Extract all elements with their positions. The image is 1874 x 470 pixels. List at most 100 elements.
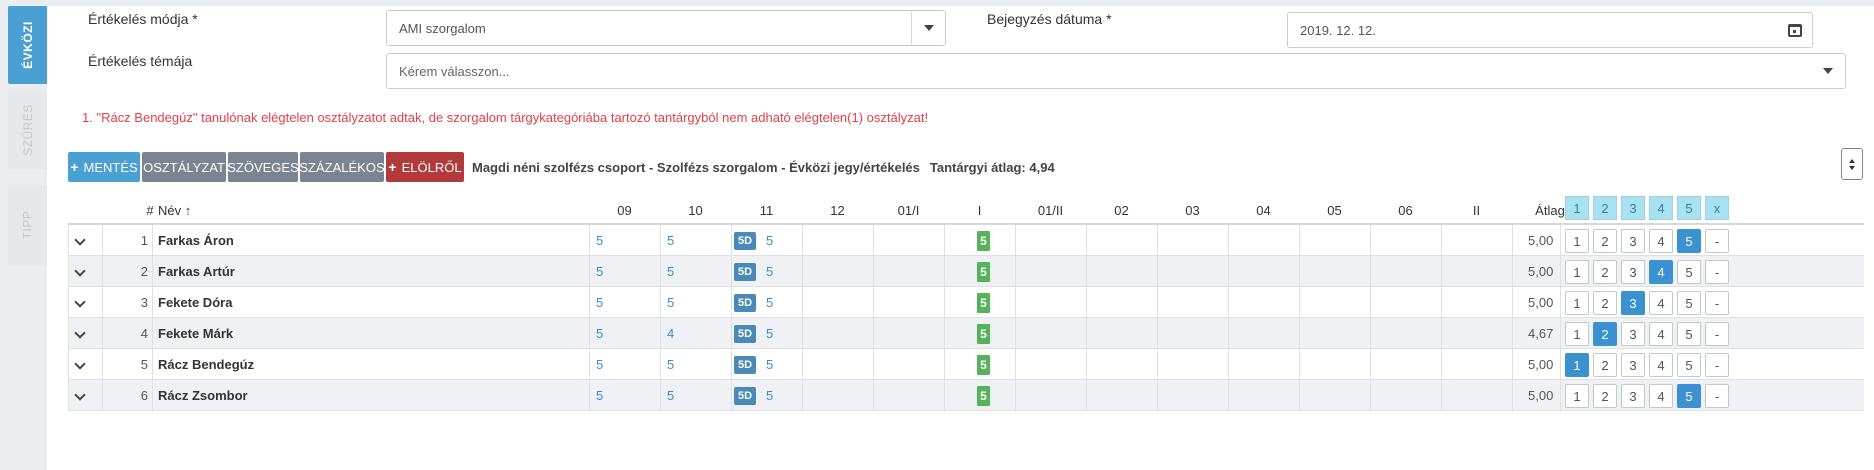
semester-grade-badge[interactable]: 5 <box>977 386 990 406</box>
semester-grade-badge[interactable]: 5 <box>977 324 990 344</box>
grade-10[interactable]: 5 <box>667 380 674 411</box>
grade-option-button[interactable]: 4 <box>1649 384 1673 408</box>
header-grade-box[interactable]: 1 <box>1565 196 1589 220</box>
grade-11[interactable]: 5 <box>766 256 773 287</box>
grade-option-button[interactable]: 2 <box>1593 322 1617 346</box>
grade-option-button[interactable]: 2 <box>1593 229 1617 253</box>
grade-option-button[interactable]: 5 <box>1677 322 1701 346</box>
grade-10[interactable]: 5 <box>667 349 674 380</box>
grade-option-button[interactable]: 5 <box>1677 260 1701 284</box>
grade-option-button[interactable]: 1 <box>1565 384 1589 408</box>
grade-badge-5d[interactable]: 5D <box>734 325 756 343</box>
method-select[interactable]: AMI szorgalom <box>386 10 946 46</box>
grade-option-button[interactable]: - <box>1705 291 1729 315</box>
date-field[interactable]: 2019. 12. 12. <box>1287 12 1813 48</box>
grade-badge-5d[interactable]: 5D <box>734 387 756 405</box>
grade-10[interactable]: 5 <box>667 287 674 318</box>
chevron-down-icon[interactable] <box>74 296 86 308</box>
grade-option-button[interactable]: 3 <box>1621 353 1645 377</box>
grade-option-button[interactable]: 3 <box>1621 291 1645 315</box>
tab-tipp[interactable]: TIPP <box>8 185 47 265</box>
grade-10[interactable]: 4 <box>667 318 674 349</box>
grade-option-button[interactable]: 1 <box>1565 353 1589 377</box>
grade-option-button[interactable]: 4 <box>1649 260 1673 284</box>
grade-badge-5d[interactable]: 5D <box>734 232 756 250</box>
grade-option-button[interactable]: 5 <box>1677 353 1701 377</box>
topic-select[interactable]: Kérem válasszon... <box>386 53 1846 89</box>
grade-mode-button[interactable]: OSZTÁLYZAT <box>142 152 226 182</box>
grade-09[interactable]: 5 <box>596 256 603 287</box>
header-grade-box[interactable]: 4 <box>1649 196 1673 220</box>
grade-option-button[interactable]: 3 <box>1621 384 1645 408</box>
table-row: 3 Fekete Dóra 5 5 5D 5 5 5,00 12345- <box>68 287 1864 318</box>
grade-option-button[interactable]: 1 <box>1565 291 1589 315</box>
grade-option-button[interactable]: 1 <box>1565 260 1589 284</box>
grade-option-button[interactable]: 5 <box>1677 384 1701 408</box>
semester-grade-badge[interactable]: 5 <box>977 262 990 282</box>
row-num: 4 <box>140 326 148 341</box>
semester-grade-badge[interactable]: 5 <box>977 231 990 251</box>
avg-label: Tantárgyi átlag: <box>929 159 1026 175</box>
header-grade-box[interactable]: 2 <box>1593 196 1617 220</box>
grade-option-button[interactable]: 4 <box>1649 353 1673 377</box>
tab-evkozi[interactable]: ÉVKÖZI <box>8 6 47 84</box>
grade-badge-5d[interactable]: 5D <box>734 356 756 374</box>
grade-badge-5d[interactable]: 5D <box>734 263 756 281</box>
grade-option-button[interactable]: - <box>1705 322 1729 346</box>
grade-09[interactable]: 5 <box>596 287 603 318</box>
grade-option-button[interactable]: 4 <box>1649 322 1673 346</box>
grade-option-button[interactable]: 2 <box>1593 260 1617 284</box>
grade-option-button[interactable]: - <box>1705 353 1729 377</box>
grade-11[interactable]: 5 <box>766 349 773 380</box>
chevron-down-icon[interactable] <box>74 327 86 339</box>
reset-button[interactable]: + ELÖLRŐL <box>386 152 464 182</box>
grade-option-button[interactable]: - <box>1705 384 1729 408</box>
header-grade-box[interactable]: x <box>1705 196 1729 220</box>
chevron-down-icon[interactable] <box>74 234 86 246</box>
text-mode-button[interactable]: SZÖVEGES <box>227 152 299 182</box>
save-label: MENTÉS <box>83 159 138 175</box>
grade-option-button[interactable]: - <box>1705 260 1729 284</box>
save-button[interactable]: + MENTÉS <box>68 152 140 182</box>
grade-option-button[interactable]: 1 <box>1565 229 1589 253</box>
grade-option-button[interactable]: 3 <box>1621 322 1645 346</box>
chevron-down-icon[interactable] <box>74 389 86 401</box>
grade-option-button[interactable]: 1 <box>1565 322 1589 346</box>
chevron-down-icon[interactable] <box>1811 54 1845 88</box>
chevron-down-icon[interactable] <box>74 265 86 277</box>
grade-11[interactable]: 5 <box>766 380 773 411</box>
grade-badge-5d[interactable]: 5D <box>734 294 756 312</box>
sort-toggle-icon[interactable] <box>1841 148 1863 180</box>
grade-option-button[interactable]: 5 <box>1677 291 1701 315</box>
tab-szures[interactable]: SZŰRÉS <box>8 90 47 170</box>
grade-option-button[interactable]: 2 <box>1593 384 1617 408</box>
chevron-down-icon[interactable] <box>74 358 86 370</box>
chevron-down-icon[interactable] <box>911 11 945 45</box>
grade-option-button[interactable]: 2 <box>1593 291 1617 315</box>
grade-09[interactable]: 5 <box>596 318 603 349</box>
header-grade-box[interactable]: 3 <box>1621 196 1645 220</box>
grade-option-button[interactable]: - <box>1705 229 1729 253</box>
grade-11[interactable]: 5 <box>766 225 773 256</box>
grade-11[interactable]: 5 <box>766 287 773 318</box>
grade-option-button[interactable]: 3 <box>1621 260 1645 284</box>
grade-11[interactable]: 5 <box>766 318 773 349</box>
grade-option-button[interactable]: 3 <box>1621 229 1645 253</box>
grade-option-button[interactable]: 5 <box>1677 229 1701 253</box>
grade-09[interactable]: 5 <box>596 225 603 256</box>
header-name[interactable]: Név ↑ <box>158 203 191 218</box>
grade-option-button[interactable]: 4 <box>1649 291 1673 315</box>
grade-10[interactable]: 5 <box>667 225 674 256</box>
header-grade-box[interactable]: 5 <box>1677 196 1701 220</box>
calendar-icon[interactable] <box>1778 13 1812 47</box>
semester-grade-badge[interactable]: 5 <box>977 293 990 313</box>
grade-10[interactable]: 5 <box>667 256 674 287</box>
grade-option-button[interactable]: 4 <box>1649 229 1673 253</box>
semester-grade-badge[interactable]: 5 <box>977 355 990 375</box>
cell-divider <box>802 256 803 287</box>
grade-option-button[interactable]: 2 <box>1593 353 1617 377</box>
grade-09[interactable]: 5 <box>596 349 603 380</box>
cell-divider <box>152 380 153 411</box>
percent-mode-button[interactable]: SZÁZALÉKOS <box>299 152 385 182</box>
grade-09[interactable]: 5 <box>596 380 603 411</box>
